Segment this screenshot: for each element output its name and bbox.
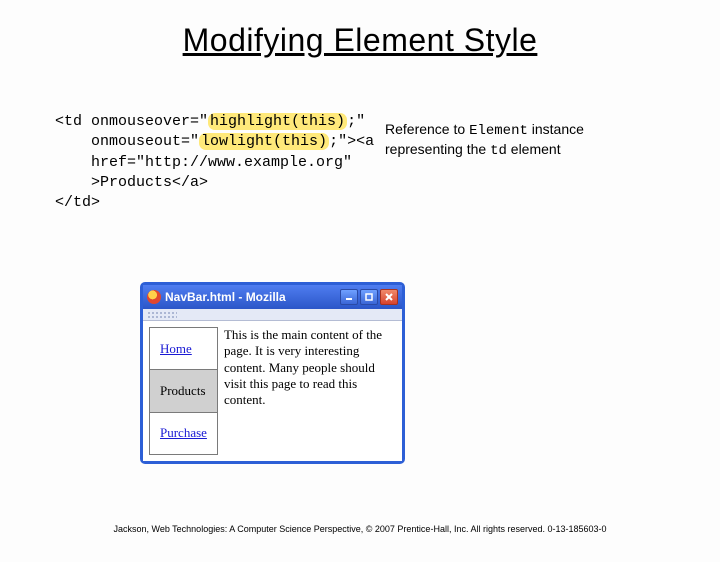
maximize-icon [364, 292, 374, 302]
browser-toolbar [143, 309, 402, 321]
toolbar-grip-icon [147, 311, 177, 319]
code-text: >Products</a> [55, 174, 208, 191]
window-controls [340, 289, 398, 305]
code-text: </td> [55, 194, 100, 211]
annotation-span: Reference to [385, 121, 469, 137]
slide-title: Modifying Element Style [0, 22, 720, 59]
window-title: NavBar.html - Mozilla [165, 290, 340, 304]
nav-table: Home Products Purchase [149, 327, 218, 455]
close-icon [384, 292, 394, 302]
mozilla-icon [147, 290, 161, 304]
code-text: ;" [347, 113, 365, 130]
maximize-button[interactable] [360, 289, 378, 305]
nav-link-home[interactable]: Home [150, 328, 218, 370]
code-text: <td onmouseover=" [55, 113, 208, 130]
annotation-mono: Element [469, 123, 528, 139]
code-text: onmouseout=" [55, 133, 199, 150]
browser-viewport: Home Products Purchase This is the main … [143, 321, 402, 461]
close-button[interactable] [380, 289, 398, 305]
slide-footer: Jackson, Web Technologies: A Computer Sc… [0, 524, 720, 534]
minimize-button[interactable] [340, 289, 358, 305]
nav-link-products[interactable]: Products [150, 370, 218, 412]
minimize-icon [344, 292, 354, 302]
code-text: ;"><a [329, 133, 374, 150]
annotation-text: Reference to Element instance representi… [385, 120, 645, 160]
browser-window: NavBar.html - Mozilla Home Products Purc… [140, 282, 405, 464]
window-titlebar: NavBar.html - Mozilla [143, 285, 402, 309]
code-text: href="http://www.example.org" [55, 154, 352, 171]
annotation-mono: td [490, 143, 507, 159]
main-content-text: This is the main content of the page. It… [224, 327, 396, 455]
annotation-span: element [507, 141, 561, 157]
nav-link-purchase[interactable]: Purchase [150, 412, 218, 454]
code-highlight-1: highlight(this) [208, 113, 347, 130]
code-highlight-2: lowlight(this) [199, 133, 329, 150]
code-snippet: <td onmouseover="highlight(this);" onmou… [55, 112, 374, 213]
